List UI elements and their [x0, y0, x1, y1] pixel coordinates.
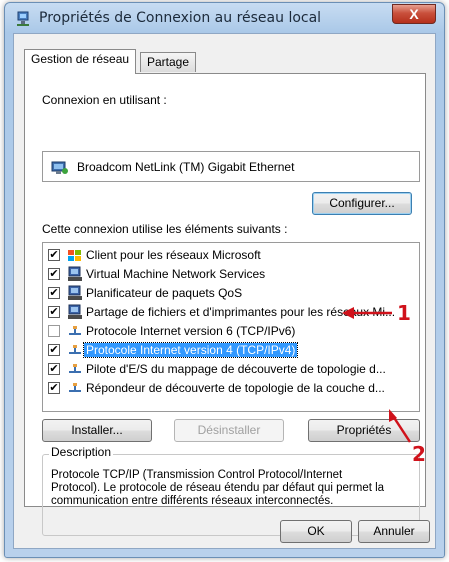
list-item[interactable]: Protocole Internet version 6 (TCP/IPv6) — [43, 322, 419, 340]
item-label: Protocole Internet version 6 (TCP/IPv6) — [86, 324, 296, 338]
ok-button[interactable]: OK — [280, 520, 352, 543]
list-item[interactable]: ✔ Client pour les réseaux Microsoft — [43, 246, 419, 264]
list-item[interactable]: ✔ Virtual Machine Network Services — [43, 265, 419, 283]
network-service-icon — [68, 266, 82, 281]
annotation-label-2: 2 — [412, 442, 426, 466]
list-item[interactable]: ✔ Planificateur de paquets QoS — [43, 284, 419, 302]
title-bar[interactable]: Propriétés de Connexion au réseau local … — [5, 3, 444, 33]
item-label: Partage de fichiers et d'imprimantes pou… — [86, 305, 396, 319]
adapter-field: Broadcom NetLink (TM) Gigabit Ethernet — [42, 151, 420, 182]
network-adapter-icon — [51, 161, 68, 174]
protocol-icon — [69, 345, 81, 354]
configure-button[interactable]: Configurer... — [312, 192, 412, 215]
item-label: Pilote d'E/S du mappage de découverte de… — [86, 362, 386, 376]
network-connection-icon — [17, 11, 29, 26]
window-title: Propriétés de Connexion au réseau local — [39, 10, 322, 26]
item-checkbox[interactable]: ✔ — [48, 306, 60, 318]
annotation-label-1: 1 — [397, 301, 411, 325]
connect-using-label: Connexion en utilisant : — [42, 93, 167, 107]
items-label: Cette connexion utilise les éléments sui… — [42, 222, 288, 236]
item-checkbox[interactable]: ✔ — [48, 363, 60, 375]
tab-panel: Connexion en utilisant : Broadcom NetLin… — [24, 73, 426, 536]
item-label: Client pour les réseaux Microsoft — [86, 248, 261, 262]
item-label: Protocole Internet version 4 (TCP/IPv4) — [82, 342, 299, 358]
protocol-icon — [69, 383, 81, 392]
item-checkbox[interactable]: ✔ — [48, 287, 60, 299]
components-list[interactable]: ✔ Client pour les réseaux Microsoft ✔ Vi… — [42, 242, 420, 412]
tab-networking[interactable]: Gestion de réseau — [24, 49, 137, 74]
dialog-client-area: Gestion de réseau Partage Connexion en u… — [13, 33, 436, 549]
properties-button[interactable]: Propriétés — [308, 419, 420, 442]
close-button[interactable]: X — [392, 4, 436, 24]
item-label: Virtual Machine Network Services — [86, 267, 266, 281]
protocol-icon — [69, 364, 81, 373]
protocol-icon — [69, 326, 81, 335]
description-legend: Description — [49, 445, 114, 459]
item-checkbox[interactable]: ✔ — [48, 382, 60, 394]
tab-sharing[interactable]: Partage — [140, 52, 197, 72]
network-service-icon — [68, 285, 82, 300]
list-item[interactable]: ✔ Partage de fichiers et d'imprimantes p… — [43, 303, 419, 321]
network-service-icon — [68, 304, 82, 319]
item-checkbox[interactable]: ✔ — [48, 344, 60, 356]
list-item[interactable]: ✔ Pilote d'E/S du mappage de découverte … — [43, 360, 419, 378]
item-label: Répondeur de découverte de topologie de … — [86, 381, 385, 395]
item-checkbox[interactable]: ✔ — [48, 268, 60, 280]
item-checkbox[interactable]: ✔ — [48, 249, 60, 261]
uninstall-button[interactable]: Désinstaller — [174, 419, 284, 442]
install-button[interactable]: Installer... — [42, 419, 152, 442]
item-label: Planificateur de paquets QoS — [86, 286, 243, 300]
item-checkbox[interactable] — [48, 325, 60, 337]
adapter-name: Broadcom NetLink (TM) Gigabit Ethernet — [77, 160, 295, 174]
list-item-selected[interactable]: ✔ Protocole Internet version 4 (TCP/IPv4… — [43, 341, 419, 359]
network-client-icon — [68, 250, 81, 261]
list-item[interactable]: ✔ Répondeur de découverte de topologie d… — [43, 379, 419, 397]
dialog-window: Propriétés de Connexion au réseau local … — [4, 2, 445, 558]
cancel-button[interactable]: Annuler — [358, 520, 430, 543]
